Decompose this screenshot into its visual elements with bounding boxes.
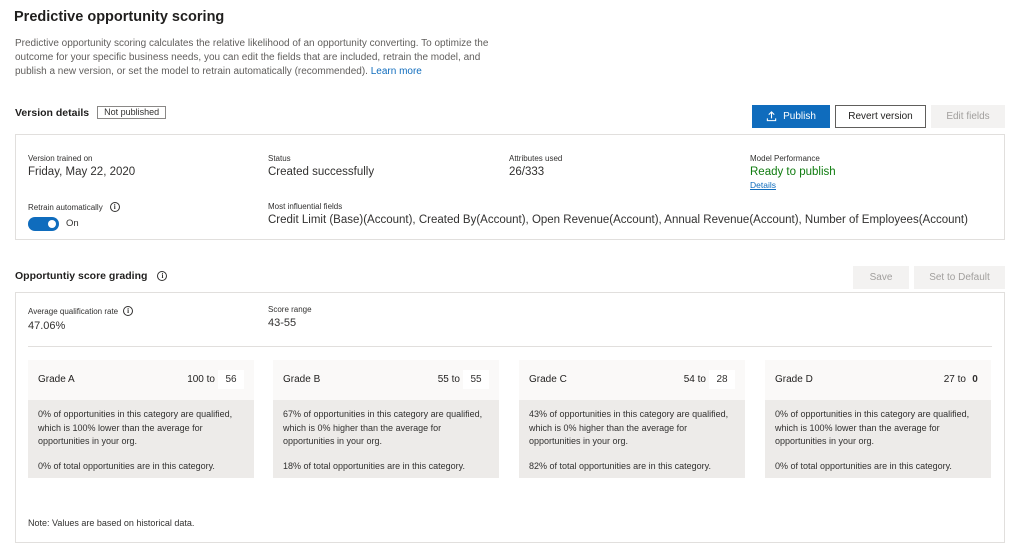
grade-from: 54 to	[683, 374, 706, 385]
info-icon[interactable]: i	[109, 202, 120, 212]
info-icon[interactable]: i	[123, 306, 134, 316]
grade-total-text: 0% of total opportunities are in this ca…	[38, 460, 215, 471]
grade-to-input[interactable]: 56	[218, 370, 244, 389]
grade-body: 67% of opportunities in this category ar…	[273, 400, 499, 478]
grade-to-input[interactable]: 28	[709, 370, 735, 389]
grade-to-input[interactable]: 55	[463, 370, 489, 389]
retrain-label: Retrain automatically	[28, 202, 103, 212]
revert-version-button[interactable]: Revert version	[835, 105, 926, 128]
version-details-title: Version details	[15, 106, 90, 119]
learn-more-link[interactable]: Learn more	[371, 66, 422, 77]
avg-rate-value: 47.06%	[28, 320, 66, 332]
influential-fields-value: Credit Limit (Base)(Account), Created By…	[268, 214, 968, 226]
toggle-knob	[48, 220, 56, 228]
grade-qualified-text: 0% of opportunities in this category are…	[775, 409, 970, 446]
page-title: Predictive opportunity scoring	[14, 9, 225, 25]
score-grading-title: Opportuntiy score grading	[15, 270, 148, 282]
avg-rate-label: Average qualification rate	[28, 306, 119, 316]
publish-button[interactable]: Publish	[752, 105, 830, 128]
grade-header: Grade B 55 to 55	[273, 360, 499, 400]
score-range-label: Score range	[268, 305, 312, 314]
edit-fields-label: Edit fields	[946, 111, 990, 122]
grade-card-b: Grade B 55 to 55 67% of opportunities in…	[273, 360, 499, 478]
grade-total-text: 0% of total opportunities are in this ca…	[775, 460, 952, 471]
grade-name: Grade B	[283, 374, 321, 385]
page-description: Predictive opportunity scoring calculate…	[15, 37, 505, 79]
grade-header: Grade C 54 to 28	[519, 360, 745, 400]
set-default-button[interactable]: Set to Default	[914, 266, 1005, 289]
details-link[interactable]: Details	[750, 180, 776, 190]
grade-from: 55 to	[437, 374, 460, 385]
save-label: Save	[869, 272, 893, 283]
grade-card-a: Grade A 100 to 56 0% of opportunities in…	[28, 360, 254, 478]
grade-total-text: 82% of total opportunities are in this c…	[529, 460, 711, 471]
publish-label: Publish	[783, 111, 816, 122]
status-label: Status	[268, 154, 291, 163]
influential-fields-label: Most influential fields	[268, 202, 343, 211]
grade-name: Grade C	[529, 374, 567, 385]
status-value: Created successfully	[268, 166, 375, 178]
grade-body: 0% of opportunities in this category are…	[765, 400, 991, 478]
score-range-value: 43-55	[268, 317, 297, 329]
version-details-header: Version details Not published	[15, 106, 167, 119]
grade-qualified-text: 43% of opportunities in this category ar…	[529, 409, 729, 446]
grade-range: 100 to 56	[187, 370, 244, 389]
save-button[interactable]: Save	[853, 266, 909, 289]
grade-range: 55 to 55	[438, 370, 489, 389]
attributes-value: 26/333	[509, 166, 545, 178]
grade-from: 27 to	[943, 374, 966, 385]
divider	[28, 346, 992, 347]
set-default-label: Set to Default	[929, 272, 990, 283]
edit-fields-button[interactable]: Edit fields	[931, 105, 1005, 128]
grade-body: 43% of opportunities in this category ar…	[519, 400, 745, 478]
trained-on-label: Version trained on	[28, 154, 93, 163]
grade-card-c: Grade C 54 to 28 43% of opportunities in…	[519, 360, 745, 478]
grade-range: 27 to 0	[944, 370, 981, 389]
grade-body: 0% of opportunities in this category are…	[28, 400, 254, 478]
retrain-state: On	[66, 218, 79, 229]
grade-qualified-text: 67% of opportunities in this category ar…	[283, 409, 483, 446]
grade-header: Grade D 27 to 0	[765, 360, 991, 400]
avg-rate-label-row: Average qualification rate i	[28, 306, 134, 316]
grade-to-value: 0	[972, 374, 978, 385]
attributes-label: Attributes used	[509, 154, 563, 163]
revert-label: Revert version	[848, 111, 913, 122]
grade-header: Grade A 100 to 56	[28, 360, 254, 400]
upload-icon	[766, 111, 777, 122]
grade-range: 54 to 28	[684, 370, 735, 389]
info-icon[interactable]: i	[157, 271, 168, 281]
grade-qualified-text: 0% of opportunities in this category are…	[38, 409, 233, 446]
grade-card-d: Grade D 27 to 0 0% of opportunities in t…	[765, 360, 991, 478]
grade-total-text: 18% of total opportunities are in this c…	[283, 460, 465, 471]
model-performance-label: Model Performance	[750, 154, 820, 163]
retrain-label-row: Retrain automatically i	[28, 202, 120, 212]
retrain-toggle[interactable]	[28, 217, 59, 231]
grade-from: 100 to	[187, 374, 215, 385]
status-badge: Not published	[97, 106, 167, 119]
grade-name: Grade A	[38, 374, 75, 385]
historical-data-note: Note: Values are based on historical dat…	[28, 518, 195, 528]
grade-name: Grade D	[775, 374, 813, 385]
trained-on-value: Friday, May 22, 2020	[28, 166, 136, 178]
model-performance-value: Ready to publish	[750, 166, 836, 178]
score-grading-header: Opportuntiy score grading i	[15, 270, 168, 282]
